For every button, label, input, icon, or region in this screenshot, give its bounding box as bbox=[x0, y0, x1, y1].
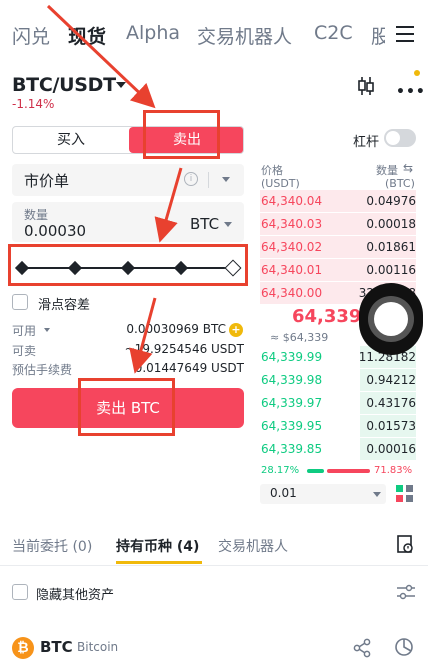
ask-price[interactable]: 64,340.04 bbox=[261, 194, 322, 208]
bid-qty: 0.01573 bbox=[366, 419, 416, 433]
notification-dot bbox=[414, 70, 420, 76]
pair-symbol[interactable]: BTC/USDT bbox=[12, 74, 116, 96]
leverage-label: 杠杆 bbox=[353, 135, 380, 150]
chart-icon[interactable] bbox=[357, 76, 375, 96]
chevron-down-icon bbox=[373, 492, 381, 497]
tab-bots[interactable]: 交易机器人 bbox=[218, 536, 288, 556]
asset-symbol[interactable]: BTC bbox=[40, 638, 73, 656]
tab-open-orders[interactable]: 当前委托 (0) bbox=[12, 536, 92, 556]
qty-unit: (BTC) bbox=[385, 177, 415, 190]
tab-c2c[interactable]: C2C bbox=[314, 22, 353, 44]
floating-assist-button[interactable] bbox=[359, 283, 423, 355]
chevron-down-icon bbox=[222, 177, 230, 182]
bid-price[interactable]: 64,339.97 bbox=[261, 396, 322, 410]
price-change: -1.14% bbox=[12, 97, 55, 111]
price-unit: (USDT) bbox=[261, 177, 300, 190]
ask-price[interactable]: 64,340.01 bbox=[261, 263, 322, 277]
available-label: 可用 bbox=[12, 324, 37, 338]
top-tabs: 闪兑 现货 Alpha 交易机器人 C2C 股 bbox=[0, 0, 428, 72]
chevron-down-icon bbox=[224, 222, 232, 227]
layout-icon[interactable] bbox=[396, 485, 414, 503]
bid-qty: 0.00016 bbox=[366, 442, 416, 456]
bid-qty: 0.94212 bbox=[366, 373, 416, 387]
tab-trading-bots[interactable]: 交易机器人 bbox=[197, 22, 292, 49]
info-icon[interactable]: i bbox=[184, 172, 198, 186]
switch-unit-icon[interactable]: ⇆ bbox=[403, 161, 413, 175]
buy-ratio: 28.17% bbox=[261, 465, 300, 476]
btc-coin-icon: ₿ bbox=[12, 637, 34, 659]
qty-header[interactable]: 数量 bbox=[376, 162, 398, 178]
bid-price[interactable]: 64,339.99 bbox=[261, 350, 322, 364]
tab-flash-swap[interactable]: 闪兑 bbox=[12, 22, 50, 49]
pie-chart-icon[interactable] bbox=[394, 637, 414, 657]
bid-price[interactable]: 64,339.95 bbox=[261, 419, 322, 433]
pair-dropdown-icon[interactable] bbox=[116, 82, 126, 88]
last-price-usd: ≈ $64,339 bbox=[270, 331, 329, 344]
more-icon[interactable]: ••• bbox=[396, 84, 426, 100]
hide-assets-checkbox[interactable] bbox=[12, 584, 28, 600]
chevron-down-icon[interactable] bbox=[44, 328, 50, 332]
plus-icon[interactable]: + bbox=[229, 323, 243, 337]
order-type-label: 市价单 bbox=[24, 172, 70, 190]
price-header: 价格 bbox=[261, 164, 283, 177]
filter-icon[interactable] bbox=[396, 584, 416, 600]
bid-price[interactable]: 64,339.85 bbox=[261, 442, 322, 456]
last-price[interactable]: 64,339 bbox=[292, 306, 361, 327]
ask-price[interactable]: 64,340.02 bbox=[261, 240, 322, 254]
bid-qty: 0.43176 bbox=[366, 396, 416, 410]
ask-price[interactable]: 64,340.03 bbox=[261, 217, 322, 231]
fee-value: 0.01447649 USDT bbox=[134, 361, 244, 375]
active-tab-indicator bbox=[116, 561, 202, 564]
precision-value: 0.01 bbox=[270, 486, 297, 500]
buy-ratio-bar bbox=[307, 469, 324, 473]
amount-field[interactable]: 数量 0.00030 BTC bbox=[12, 202, 244, 242]
hide-assets-label: 隐藏其他资产 bbox=[36, 588, 115, 603]
buy-tab[interactable]: 买入 bbox=[13, 127, 129, 153]
ask-qty: 0.01861 bbox=[366, 240, 416, 254]
amount-label: 数量 bbox=[24, 208, 49, 222]
ask-qty: 0.00018 bbox=[366, 217, 416, 231]
share-icon[interactable] bbox=[352, 638, 372, 658]
sell-ratio-bar bbox=[327, 469, 370, 473]
tab-stocks[interactable]: 股 bbox=[371, 22, 385, 49]
annotation-box-sell-tab bbox=[143, 110, 220, 159]
annotation-box-sell-button bbox=[78, 378, 175, 436]
bid-price[interactable]: 64,339.98 bbox=[261, 373, 322, 387]
ask-qty: 0.00116 bbox=[366, 263, 416, 277]
annotation-box-slider bbox=[8, 244, 248, 286]
fee-row: 预估手续费 0.01447649 USDT bbox=[12, 361, 244, 377]
leverage-toggle[interactable] bbox=[384, 129, 416, 147]
sell-ratio: 71.83% bbox=[374, 465, 413, 476]
amount-unit[interactable]: BTC bbox=[190, 215, 219, 233]
available-value: 0.00030969 BTC bbox=[126, 322, 226, 336]
precision-select[interactable]: 0.01 bbox=[260, 484, 386, 504]
fee-label: 预估手续费 bbox=[12, 363, 73, 377]
asset-name: Bitcoin bbox=[77, 640, 119, 654]
sellable-row: 可卖 ~19.9254546 USDT bbox=[12, 342, 244, 358]
amount-value[interactable]: 0.00030 bbox=[24, 222, 86, 240]
tab-spot[interactable]: 现货 bbox=[68, 22, 106, 49]
menu-icon[interactable] bbox=[396, 26, 416, 44]
sellable-label: 可卖 bbox=[12, 344, 37, 358]
ask-qty: 0.04976 bbox=[366, 194, 416, 208]
order-type-select[interactable]: 市价单 i bbox=[12, 164, 244, 196]
tab-holdings[interactable]: 持有币种 (4) bbox=[116, 536, 199, 556]
ask-price[interactable]: 64,340.00 bbox=[261, 286, 322, 300]
tab-alpha[interactable]: Alpha bbox=[126, 22, 180, 44]
slippage-checkbox[interactable] bbox=[12, 294, 28, 310]
orders-icon[interactable] bbox=[396, 534, 414, 554]
sellable-value: ~19.9254546 USDT bbox=[124, 342, 244, 356]
slippage-label: 滑点容差 bbox=[38, 298, 91, 313]
